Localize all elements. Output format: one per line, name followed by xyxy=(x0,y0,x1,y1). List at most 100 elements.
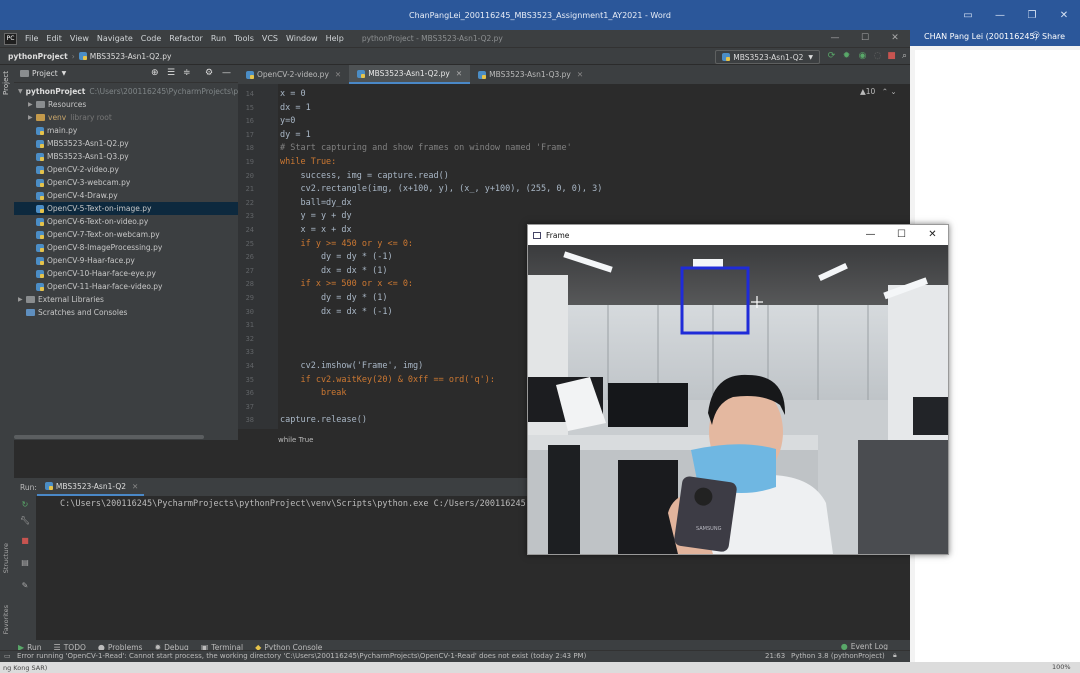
line-number: 34 xyxy=(245,362,254,370)
warnings-count: ▲10 xyxy=(860,87,876,96)
project-tool-tab[interactable]: Project xyxy=(2,71,10,95)
file-item[interactable]: MBS3523-Asn1-Q2.py xyxy=(14,137,238,150)
horizontal-scrollbar[interactable] xyxy=(14,435,204,439)
close-icon[interactable]: ✕ xyxy=(456,69,462,78)
tab-opencv-2-video[interactable]: OpenCV-2-video.py ✕ xyxy=(238,65,349,84)
menu-help[interactable]: Help xyxy=(322,34,348,43)
menu-run[interactable]: Run xyxy=(207,34,230,43)
favorites-tool-tab[interactable]: Favorites xyxy=(2,605,10,634)
word-zoom[interactable]: 100% xyxy=(1052,663,1071,671)
status-icon: ▭ xyxy=(4,652,11,660)
menu-edit[interactable]: Edit xyxy=(42,34,66,43)
chevron-down-icon: ▼ xyxy=(808,53,813,61)
structure-tool-tab[interactable]: Structure xyxy=(2,543,10,573)
chevron-down-icon[interactable]: ▼ xyxy=(62,70,67,77)
minimize-icon[interactable]: — xyxy=(855,225,886,245)
build-icon[interactable]: ⟳ xyxy=(826,51,837,62)
tree-item-label: MBS3523-Asn1-Q3.py xyxy=(47,152,129,161)
lock-icon[interactable]: 🔒︎ xyxy=(893,651,897,660)
interpreter-label[interactable]: Python 3.8 (pythonProject) xyxy=(791,652,885,660)
menu-navigate[interactable]: Navigate xyxy=(93,34,137,43)
chevron-up-icon[interactable]: ⌃ xyxy=(882,87,888,96)
pin-icon[interactable]: ✎ xyxy=(19,581,31,591)
file-item[interactable]: OpenCV-5-Text-on-image.py xyxy=(14,202,238,215)
warnings-indicator[interactable]: ▲10 ⌃ ⌄ xyxy=(860,87,897,96)
project-header-label[interactable]: Project xyxy=(32,69,58,78)
breadcrumb-project[interactable]: pythonProject xyxy=(8,52,68,61)
word-window-controls: ▭ — ❐ ✕ xyxy=(952,0,1080,30)
minimize-icon[interactable]: — xyxy=(984,0,1016,30)
stop-icon[interactable]: ■ xyxy=(886,51,897,62)
run-config-select[interactable]: MBS3523-Asn1-Q2 ▼ xyxy=(715,50,820,64)
breadcrumb-file[interactable]: MBS3523-Asn1-Q2.py xyxy=(90,52,172,61)
close-icon[interactable]: ✕ xyxy=(917,225,948,245)
python-file-icon xyxy=(722,53,731,61)
status-message[interactable]: Error running 'OpenCV-1-Read': Cannot st… xyxy=(17,652,586,660)
expand-all-icon[interactable]: ☰ xyxy=(167,68,175,78)
file-item[interactable]: OpenCV-8-ImageProcessing.py xyxy=(14,241,238,254)
menu-tools[interactable]: Tools xyxy=(230,34,258,43)
run-label: Run: xyxy=(20,482,37,492)
file-item[interactable]: OpenCV-2-video.py xyxy=(14,163,238,176)
menu-window[interactable]: Window xyxy=(282,34,322,43)
file-item[interactable]: OpenCV-3-webcam.py xyxy=(14,176,238,189)
gear-icon[interactable]: ⚙ xyxy=(205,68,213,78)
tree-item[interactable]: ▶ venv library root xyxy=(14,111,238,124)
webcam-frame[interactable]: SAMSUNG xyxy=(528,245,948,554)
maximize-icon[interactable]: ☐ xyxy=(850,30,880,47)
tree-item[interactable]: ▶ External Libraries xyxy=(14,293,238,306)
close-icon[interactable]: ✕ xyxy=(335,70,341,79)
menu-view[interactable]: View xyxy=(66,34,93,43)
word-user[interactable]: CHAN Pang Lei (200116245) xyxy=(924,32,1038,41)
tree-item-label: OpenCV-2-video.py xyxy=(47,165,119,174)
wrench-icon[interactable]: 🔧︎ xyxy=(19,516,31,526)
coverage-icon[interactable]: ◉ xyxy=(857,51,868,62)
search-icon[interactable]: ⌕ xyxy=(899,51,910,62)
line-number: 17 xyxy=(245,130,254,139)
maximize-icon[interactable]: ☐ xyxy=(886,225,917,245)
minimize-icon[interactable]: — xyxy=(820,30,850,47)
layout-icon[interactable]: ▤ xyxy=(19,558,31,568)
stop-icon[interactable]: ■ xyxy=(19,536,31,546)
tree-item[interactable]: ▶ Resources xyxy=(14,98,238,111)
file-item[interactable]: OpenCV-10-Haar-face-eye.py xyxy=(14,267,238,280)
collapse-all-icon[interactable]: ≑ xyxy=(183,68,191,78)
rerun-icon[interactable]: ↻ xyxy=(19,500,31,510)
profile-icon[interactable]: ◌ xyxy=(872,51,883,62)
file-item[interactable]: OpenCV-11-Haar-face-video.py xyxy=(14,280,238,293)
code-breadcrumb[interactable]: while True xyxy=(278,436,528,448)
run-tab[interactable]: MBS3523-Asn1-Q2 ✕ xyxy=(36,478,145,496)
line-number: 18 xyxy=(245,144,254,153)
chevron-down-icon[interactable]: ⌄ xyxy=(890,87,896,96)
code-line: dy = dy * (1) xyxy=(280,293,388,303)
tree-item[interactable]: Scratches and Consoles xyxy=(14,306,238,319)
close-icon[interactable]: ✕ xyxy=(1048,0,1080,30)
ribbon-display-icon[interactable]: ▭ xyxy=(952,0,984,30)
code-line: cv2.rectangle(img, (x+100, y), (x_, y+10… xyxy=(280,184,603,195)
menu-vcs[interactable]: VCS xyxy=(258,34,282,43)
locate-icon[interactable]: ⊕ xyxy=(151,68,159,78)
menu-file[interactable]: File xyxy=(21,34,42,43)
file-item[interactable]: OpenCV-7-Text-on-webcam.py xyxy=(14,228,238,241)
file-item[interactable]: OpenCV-9-Haar-face.py xyxy=(14,254,238,267)
line-number: 14 xyxy=(245,90,254,98)
frame-title-bar[interactable]: Frame — ☐ ✕ xyxy=(528,225,948,245)
caret-position[interactable]: 21:63 xyxy=(765,652,785,660)
share-button[interactable]: Share xyxy=(1042,32,1065,41)
menu-code[interactable]: Code xyxy=(137,34,165,43)
menu-refactor[interactable]: Refactor xyxy=(165,34,207,43)
file-item[interactable]: OpenCV-4-Draw.py xyxy=(14,189,238,202)
hide-icon[interactable]: — xyxy=(222,68,231,78)
tree-root[interactable]: ▼ pythonProject C:\Users\200116245\Pycha… xyxy=(14,85,243,98)
file-item[interactable]: main.py xyxy=(14,124,238,137)
close-icon[interactable]: ✕ xyxy=(132,482,138,491)
tab-mbs3523-asn1-q3[interactable]: MBS3523-Asn1-Q3.py ✕ xyxy=(470,65,591,84)
left-tool-strip: Project Structure Favorites xyxy=(0,65,14,640)
file-item[interactable]: OpenCV-6-Text-on-video.py xyxy=(14,215,238,228)
restore-icon[interactable]: ❐ xyxy=(1016,0,1048,30)
file-item[interactable]: MBS3523-Asn1-Q3.py xyxy=(14,150,238,163)
close-icon[interactable]: ✕ xyxy=(880,30,910,47)
tab-mbs3523-asn1-q2[interactable]: MBS3523-Asn1-Q2.py ✕ xyxy=(349,65,471,84)
close-icon[interactable]: ✕ xyxy=(577,70,583,79)
debug-icon[interactable]: ✹ xyxy=(841,51,852,62)
